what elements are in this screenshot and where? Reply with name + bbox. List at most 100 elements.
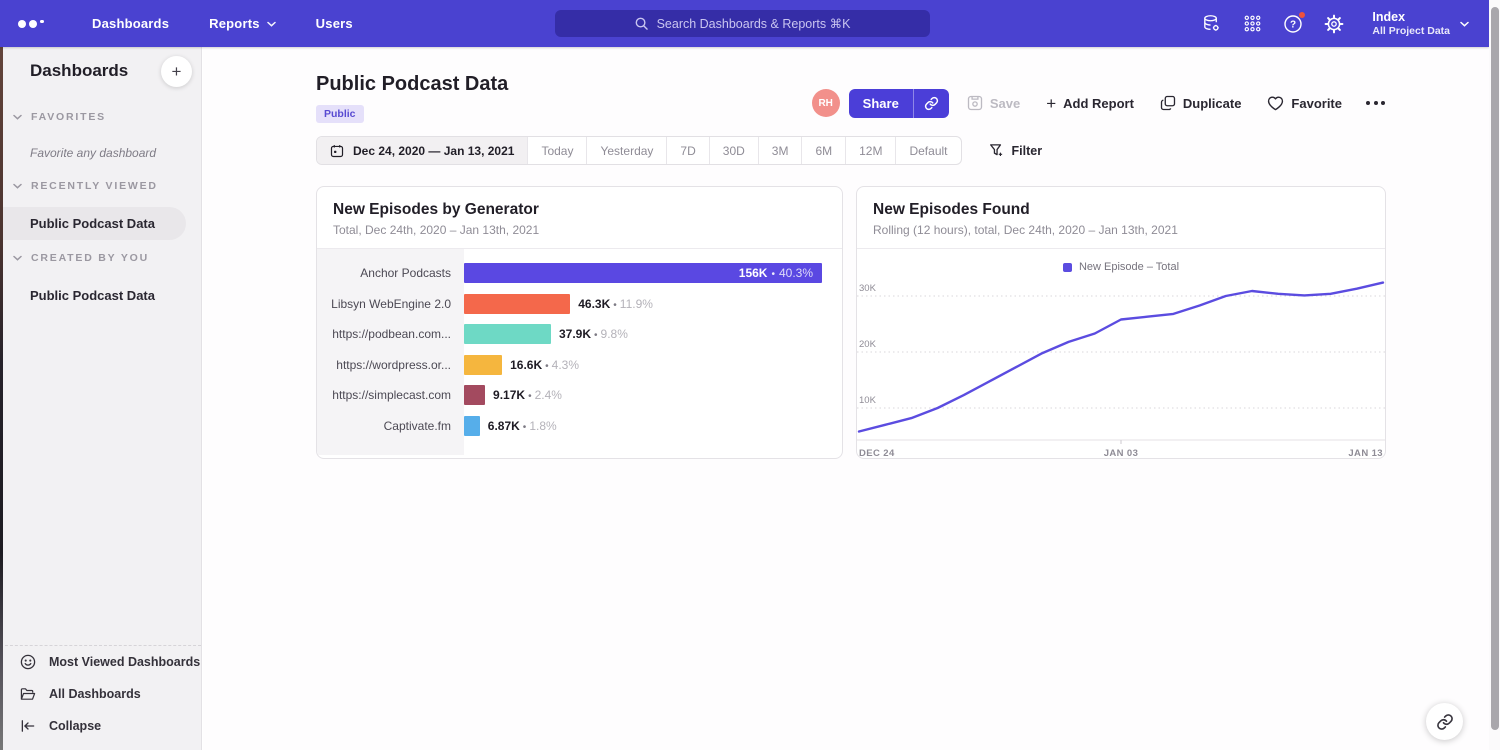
public-badge: Public bbox=[316, 105, 364, 123]
nav-item-dashboards[interactable]: Dashboards bbox=[92, 16, 169, 31]
nav-item-reports[interactable]: Reports bbox=[209, 16, 276, 31]
bar-category-label: https://podbean.com... bbox=[317, 327, 464, 341]
section-favorites[interactable]: FAVORITES bbox=[13, 111, 106, 123]
sidebar-footer: Most Viewed Dashboards All Dashboards Co… bbox=[0, 645, 201, 750]
workspace-name: Index bbox=[1372, 10, 1450, 25]
bar-value-label: 16.6K•4.3% bbox=[510, 358, 579, 372]
range-12m[interactable]: 12M bbox=[846, 137, 896, 164]
all-dashboards-button[interactable]: All Dashboards bbox=[20, 687, 141, 701]
main-content: Public Podcast Data Public RH Share Save… bbox=[203, 47, 1489, 750]
date-range-label: Dec 24, 2020 — Jan 13, 2021 bbox=[353, 144, 514, 158]
chevron-down-icon bbox=[267, 21, 276, 27]
line-chart-plot: 10K20K30KDEC 24JAN 03JAN 13 bbox=[857, 277, 1385, 459]
bar-zone: 37.9K•9.8% bbox=[464, 324, 842, 344]
section-created-by-you[interactable]: CREATED BY YOU bbox=[13, 252, 149, 264]
legend-label: New Episode – Total bbox=[1079, 261, 1179, 273]
nav-item-users[interactable]: Users bbox=[316, 16, 353, 31]
section-recently-viewed[interactable]: RECENTLY VIEWED bbox=[13, 180, 158, 192]
bar-chart-header: New Episodes by Generator Total, Dec 24t… bbox=[317, 187, 842, 249]
share-link-segment[interactable] bbox=[914, 89, 949, 118]
help-icon[interactable]: ? bbox=[1282, 13, 1304, 35]
scrollbar-thumb[interactable] bbox=[1491, 7, 1499, 730]
x-tick-label: DEC 24 bbox=[859, 448, 895, 459]
avatar[interactable]: RH bbox=[812, 89, 840, 117]
search-input[interactable]: Search Dashboards & Reports ⌘K bbox=[555, 10, 930, 37]
smiley-icon bbox=[20, 654, 36, 670]
page-scrollbar bbox=[1489, 0, 1500, 750]
duplicate-icon bbox=[1160, 95, 1176, 111]
section-favorites-label: FAVORITES bbox=[31, 111, 106, 123]
y-tick-label: 20K bbox=[859, 339, 877, 350]
share-button[interactable]: Share bbox=[849, 89, 949, 118]
bar-row: https://podbean.com... 37.9K•9.8% bbox=[317, 319, 842, 350]
add-report-button[interactable]: + Add Report bbox=[1046, 95, 1134, 112]
y-tick-label: 10K bbox=[859, 395, 877, 406]
copy-link-fab[interactable] bbox=[1426, 703, 1463, 740]
nav-item-reports-label: Reports bbox=[209, 16, 260, 31]
workspace-switcher[interactable]: Index All Project Data bbox=[1372, 10, 1469, 38]
heart-icon bbox=[1267, 96, 1284, 111]
favorite-label: Favorite bbox=[1291, 96, 1342, 111]
section-created-by-you-label: CREATED BY YOU bbox=[31, 252, 149, 264]
all-dashboards-label: All Dashboards bbox=[49, 687, 141, 701]
chevron-down-icon bbox=[13, 255, 22, 261]
apps-grid-icon[interactable] bbox=[1241, 13, 1263, 35]
most-viewed-dashboards-button[interactable]: Most Viewed Dashboards bbox=[20, 654, 200, 670]
save-button[interactable]: Save bbox=[967, 95, 1020, 111]
bar-zone: 9.17K•2.4% bbox=[464, 385, 842, 405]
date-toolbar: Dec 24, 2020 — Jan 13, 2021 Today Yester… bbox=[316, 136, 1042, 165]
data-sources-icon[interactable] bbox=[1200, 13, 1222, 35]
bar-row: Captivate.fm 6.87K•1.8% bbox=[317, 411, 842, 442]
sidebar-item-created-dashboard[interactable]: Public Podcast Data bbox=[0, 279, 186, 312]
bar-category-label: https://simplecast.com bbox=[317, 388, 464, 402]
bar: 156K•40.3% bbox=[464, 263, 822, 283]
chevron-down-icon bbox=[13, 114, 22, 120]
date-range-picker[interactable]: Dec 24, 2020 — Jan 13, 2021 bbox=[317, 137, 528, 164]
page-title: Public Podcast Data bbox=[316, 73, 508, 96]
duplicate-button[interactable]: Duplicate bbox=[1160, 95, 1242, 111]
date-range-bar: Dec 24, 2020 — Jan 13, 2021 Today Yester… bbox=[316, 136, 962, 165]
bar-chart-card: New Episodes by Generator Total, Dec 24t… bbox=[316, 186, 843, 459]
search-placeholder: Search Dashboards & Reports ⌘K bbox=[657, 16, 851, 31]
save-icon bbox=[967, 95, 983, 111]
bar-zone: 16.6K•4.3% bbox=[464, 355, 842, 375]
y-tick-label: 30K bbox=[859, 283, 877, 294]
x-tick-label: JAN 03 bbox=[1104, 448, 1139, 459]
filter-label: Filter bbox=[1012, 144, 1043, 158]
line-chart-legend: New Episode – Total bbox=[857, 249, 1385, 275]
range-today[interactable]: Today bbox=[528, 137, 587, 164]
folder-icon bbox=[20, 687, 36, 701]
range-6m[interactable]: 6M bbox=[802, 137, 846, 164]
line-chart-header: New Episodes Found Rolling (12 hours), t… bbox=[857, 187, 1385, 249]
more-options-button[interactable] bbox=[1366, 101, 1385, 105]
range-yesterday[interactable]: Yesterday bbox=[587, 137, 667, 164]
bar bbox=[464, 324, 551, 344]
bar-zone: 46.3K•11.9% bbox=[464, 294, 842, 314]
sidebar-item-recent-dashboard[interactable]: Public Podcast Data bbox=[0, 207, 186, 240]
collapse-label: Collapse bbox=[49, 719, 101, 733]
bar-category-label: Captivate.fm bbox=[317, 419, 464, 433]
range-30d[interactable]: 30D bbox=[710, 137, 759, 164]
range-default[interactable]: Default bbox=[896, 137, 960, 164]
favorite-button[interactable]: Favorite bbox=[1267, 96, 1342, 111]
bar-zone: 156K•40.3% bbox=[464, 263, 842, 283]
range-3m[interactable]: 3M bbox=[759, 137, 803, 164]
new-dashboard-button[interactable]: + bbox=[161, 56, 192, 87]
filter-button[interactable]: Filter bbox=[989, 143, 1043, 158]
nav-item-dashboards-label: Dashboards bbox=[92, 16, 169, 31]
bar-value-label: 37.9K•9.8% bbox=[559, 327, 628, 341]
bar-category-label: https://wordpress.or... bbox=[317, 358, 464, 372]
collapse-sidebar-button[interactable]: Collapse bbox=[20, 719, 101, 733]
sidebar: Dashboards + FAVORITES Favorite any dash… bbox=[0, 47, 202, 750]
link-icon bbox=[924, 96, 939, 111]
bar-chart-subtitle: Total, Dec 24th, 2020 – Jan 13th, 2021 bbox=[333, 223, 826, 237]
workspace-subtitle: All Project Data bbox=[1372, 25, 1450, 38]
line-chart-title: New Episodes Found bbox=[873, 201, 1369, 219]
app-logo[interactable] bbox=[18, 20, 52, 28]
settings-gear-icon[interactable] bbox=[1323, 13, 1345, 35]
top-navigation: Dashboards Reports Users Search Dashboar… bbox=[0, 0, 1489, 47]
most-viewed-label: Most Viewed Dashboards bbox=[49, 655, 200, 669]
range-7d[interactable]: 7D bbox=[667, 137, 709, 164]
search-icon bbox=[635, 17, 648, 30]
bar-value-label: 6.87K•1.8% bbox=[488, 419, 557, 433]
